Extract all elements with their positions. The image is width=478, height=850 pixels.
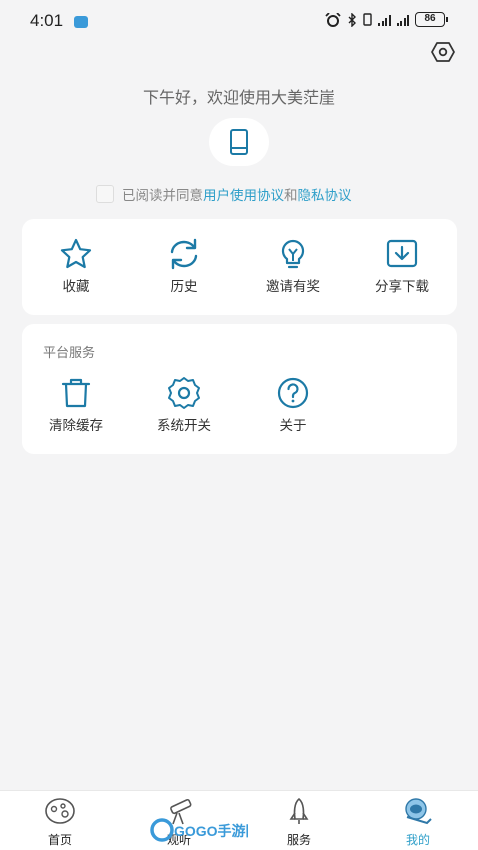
history-button[interactable]: 历史 xyxy=(130,237,238,295)
clear-cache-label: 清除缓存 xyxy=(49,418,103,434)
status-bar: 4:01 86 xyxy=(0,0,478,44)
agreement-checkbox[interactable] xyxy=(96,185,114,203)
refresh-icon xyxy=(170,238,198,270)
planet-icon xyxy=(45,798,75,824)
agreement-row: 已阅读并同意 用户使用协议 和 隐私协议 xyxy=(96,184,352,204)
privacy-link[interactable]: 隐私协议 xyxy=(298,184,352,204)
favorites-label: 收藏 xyxy=(62,279,90,295)
star-icon xyxy=(60,238,92,269)
phone-icon xyxy=(230,129,248,155)
history-label: 历史 xyxy=(170,279,198,295)
agreement-prefix: 已阅读并同意 xyxy=(122,188,203,204)
gear-icon xyxy=(168,377,200,409)
about-button[interactable]: 关于 xyxy=(239,376,347,434)
settings-icon xyxy=(431,42,455,62)
clear-cache-button[interactable]: 清除缓存 xyxy=(22,376,130,434)
invite-button[interactable]: 邀请有奖 xyxy=(239,237,347,295)
quick-actions-card: 收藏 历史 邀请有奖 分享下载 xyxy=(22,219,457,315)
favorites-button[interactable]: 收藏 xyxy=(22,237,130,295)
system-switch-button[interactable]: 系统开关 xyxy=(130,376,238,434)
nav-mine[interactable]: 我的 xyxy=(378,797,458,848)
bluetooth-icon xyxy=(348,12,356,27)
signal-2-icon xyxy=(396,14,409,26)
system-switch-label: 系统开关 xyxy=(157,418,211,434)
astronaut-icon xyxy=(405,798,432,825)
login-avatar[interactable] xyxy=(209,118,269,166)
nav-services-label: 服务 xyxy=(286,833,311,847)
invite-label: 邀请有奖 xyxy=(266,279,320,295)
services-title: 平台服务 xyxy=(43,346,96,361)
battery-level: 86 xyxy=(415,12,445,27)
nav-mine-label: 我的 xyxy=(405,833,430,847)
watermark-text: GOGO手游网 xyxy=(174,823,248,839)
nav-home[interactable]: 首页 xyxy=(20,797,100,848)
rocket-icon xyxy=(289,797,309,824)
share-download-label: 分享下载 xyxy=(375,279,429,295)
greeting-text: 下午好，欢迎使用大美茫崖 xyxy=(142,88,335,107)
signal-1-icon xyxy=(378,14,391,26)
status-time: 4:01 xyxy=(30,11,64,30)
settings-button[interactable] xyxy=(431,40,455,64)
status-indicators: 86 xyxy=(325,12,448,27)
battery-icon: 86 xyxy=(415,12,448,27)
nav-services[interactable]: 服务 xyxy=(259,797,339,848)
lightbulb-icon xyxy=(281,239,305,269)
question-icon xyxy=(277,377,309,409)
vibrate-icon xyxy=(363,13,372,26)
about-label: 关于 xyxy=(279,418,307,434)
trash-icon xyxy=(61,378,91,408)
app-notification-icon xyxy=(74,16,88,28)
agreement-and: 和 xyxy=(284,188,298,204)
platform-services-card: 平台服务 清除缓存 系统开关 关于 xyxy=(22,324,457,454)
nav-home-label: 首页 xyxy=(47,833,72,847)
alarm-icon xyxy=(325,12,341,27)
share-download-button[interactable]: 分享下载 xyxy=(348,237,456,295)
download-icon xyxy=(386,239,418,268)
user-terms-link[interactable]: 用户使用协议 xyxy=(203,184,284,204)
watermark-logo: GOGO手游网 xyxy=(148,796,260,844)
